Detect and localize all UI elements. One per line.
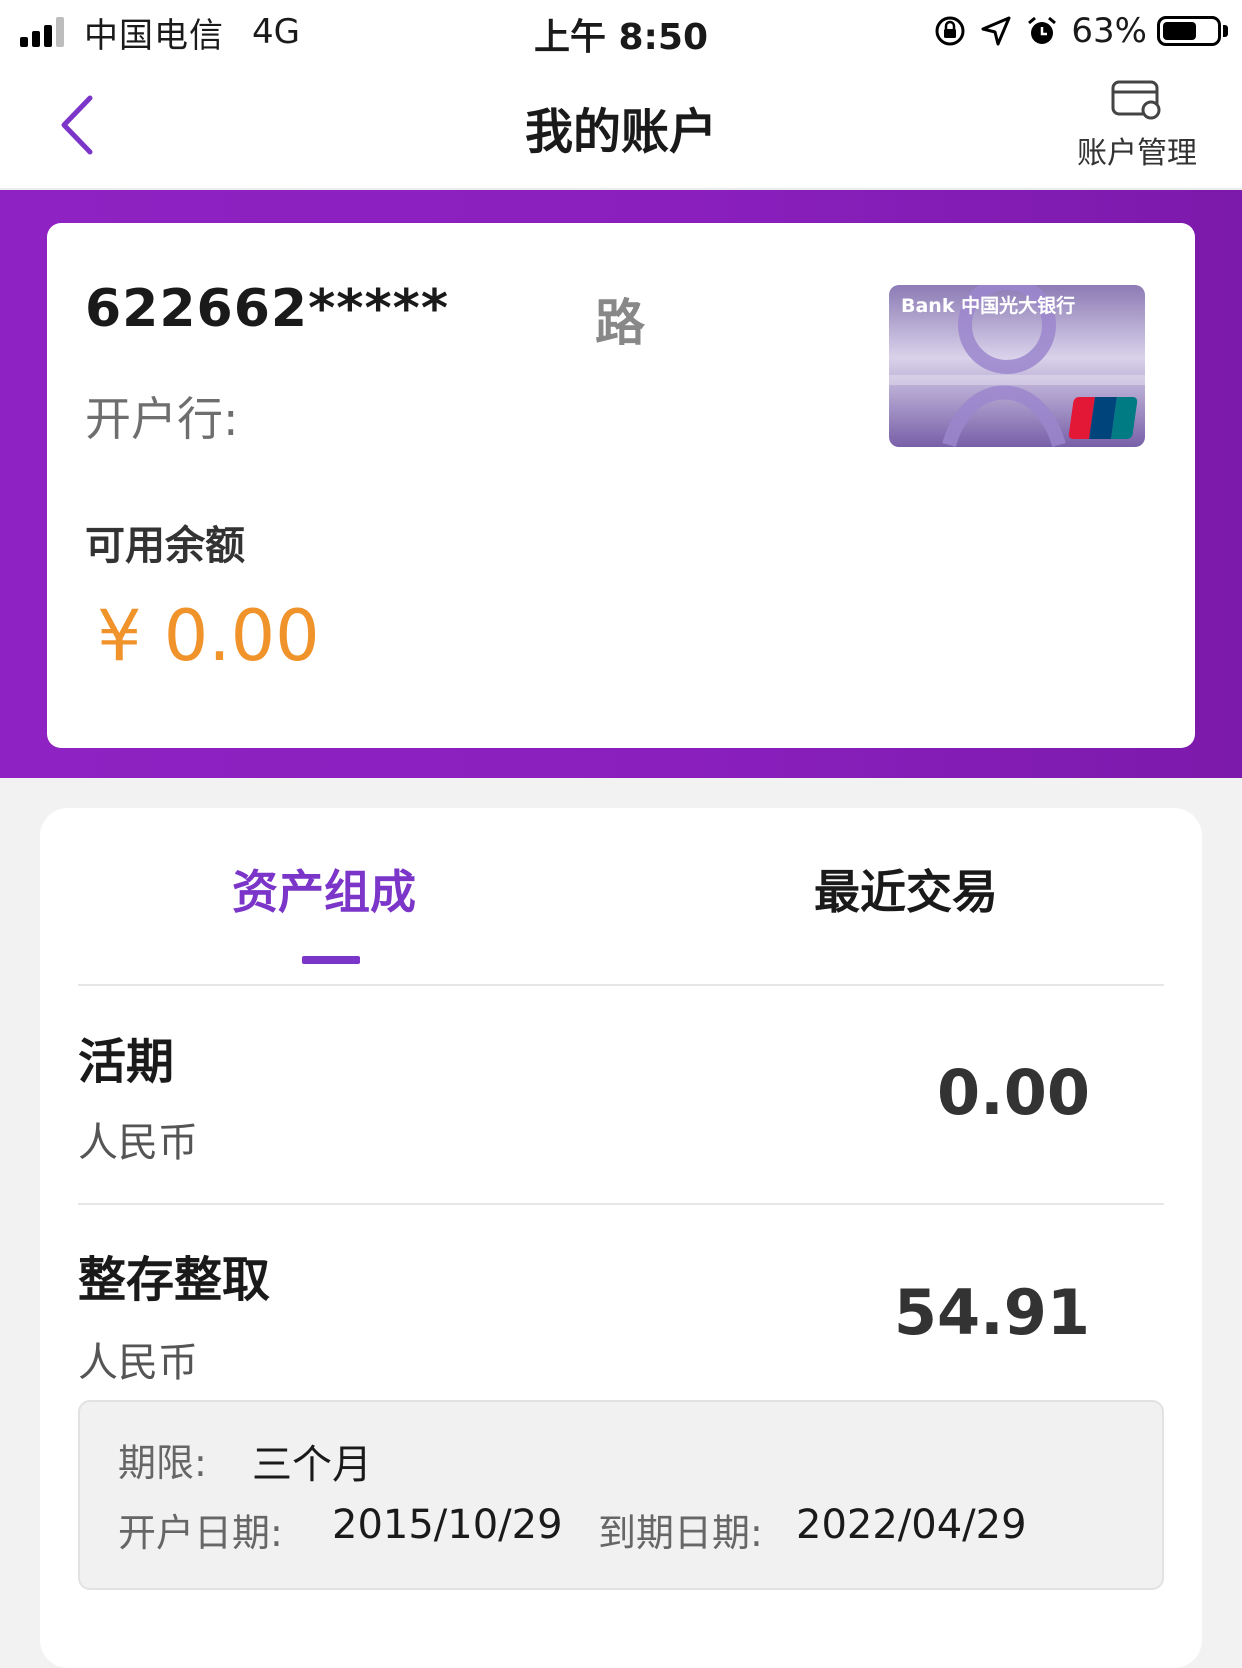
asset-currency: 人民币 [78, 1340, 198, 1386]
maturity-date-value: 2022/04/29 [796, 1502, 1027, 1548]
open-date-label: 开户日期: [118, 1511, 283, 1555]
deposit-detail-box: 期限: 三个月 开户日期: 2015/10/29 到期日期: 2022/04/2… [78, 1400, 1164, 1590]
bank-card-image: Bank 中国光大银行 [889, 285, 1145, 447]
term-label: 期限: [118, 1441, 207, 1485]
card-number-tail: 路 [595, 294, 645, 352]
asset-amount: 0.00 [937, 1056, 1090, 1129]
battery-tip [1223, 25, 1228, 37]
active-tab-indicator [302, 956, 360, 964]
tab-asset-composition[interactable]: 资产组成 [232, 856, 416, 922]
tab-recent-transactions[interactable]: 最近交易 [814, 856, 998, 922]
bank-label: 开户行: [85, 392, 239, 446]
term-value: 三个月 [252, 1442, 372, 1488]
asset-currency: 人民币 [78, 1120, 198, 1166]
asset-name: 整存整取 [78, 1252, 271, 1308]
card-number: 622662***** [85, 279, 450, 339]
alarm-icon [1028, 16, 1057, 44]
balance-label: 可用余额 [85, 523, 245, 569]
balance-value: ¥ 0.00 [97, 595, 320, 677]
account-management-label: 账户管理 [1077, 136, 1197, 171]
navbar: 我的账户 账户管理 [0, 62, 1242, 190]
battery-percent: 63% [1071, 11, 1147, 51]
lock-rotation-icon [935, 16, 965, 46]
account-management-button[interactable]: 账户管理 [1072, 78, 1202, 178]
asset-amount: 54.91 [893, 1276, 1090, 1349]
open-date-value: 2015/10/29 [332, 1502, 563, 1548]
bank-card-text: Bank 中国光大银行 [901, 295, 1076, 317]
battery-icon [1157, 16, 1221, 46]
status-bar: 中国电信 4G 上午 8:50 63% [0, 0, 1242, 62]
status-right: 63% [933, 8, 1228, 54]
page-title: 我的账户 [524, 104, 717, 160]
unionpay-logo [1068, 397, 1138, 439]
tab-divider [78, 984, 1164, 986]
assets-panel: 资产组成 最近交易 活期 人民币 0.00 整存整取 人民币 54.91 期限:… [40, 808, 1202, 1668]
maturity-date-label: 到期日期: [598, 1511, 763, 1555]
asset-name: 活期 [78, 1034, 175, 1090]
location-arrow-icon [981, 16, 1011, 46]
account-card: 622662***** 路 开户行: Bank 中国光大银行 可用余额 ¥ 0.… [47, 223, 1195, 748]
row-divider [78, 1203, 1164, 1205]
account-management-icon [1111, 80, 1161, 120]
